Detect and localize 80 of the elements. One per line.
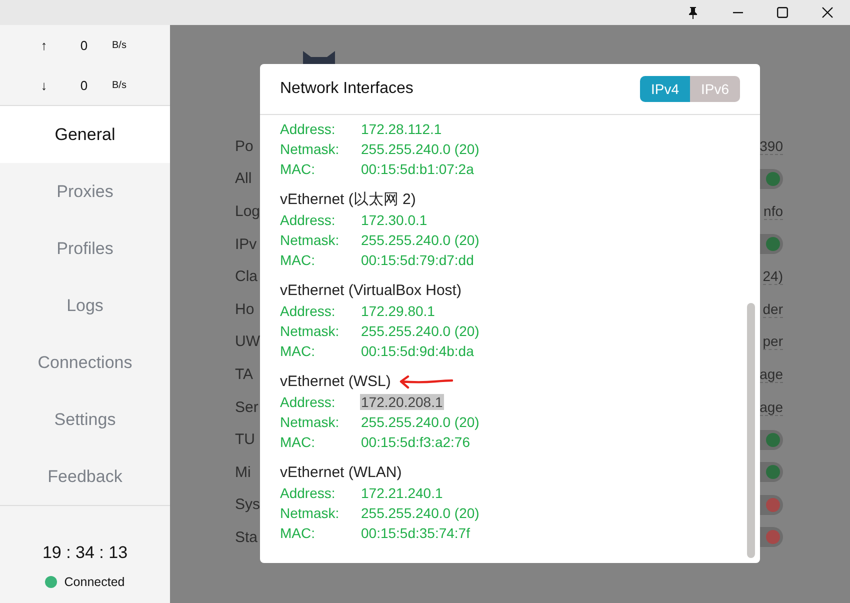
field-label: MAC: bbox=[280, 252, 316, 268]
setting-label: Sys bbox=[235, 496, 260, 514]
field-value: 172.20.208.1 bbox=[360, 394, 444, 410]
field-value: 255.255.240.0 (20) bbox=[360, 323, 480, 339]
scrollbar-thumb[interactable] bbox=[747, 303, 755, 558]
field-label: MAC: bbox=[280, 525, 316, 541]
traffic-unit: B/s bbox=[112, 40, 126, 50]
nav-item[interactable]: Connections bbox=[0, 334, 170, 391]
field-value: 255.255.240.0 (20) bbox=[360, 141, 480, 157]
field-label: Netmask: bbox=[280, 414, 340, 430]
field-value: 255.255.240.0 (20) bbox=[360, 505, 480, 521]
field-value: 172.21.240.1 bbox=[360, 485, 444, 501]
nav-item[interactable]: Proxies bbox=[0, 163, 170, 220]
toggle-switch[interactable] bbox=[759, 462, 783, 482]
clock-time: 19 : 34 : 13 bbox=[42, 543, 128, 563]
setting-label: All bbox=[235, 170, 252, 188]
setting-label: Log bbox=[235, 202, 260, 220]
field-value: 172.29.80.1 bbox=[360, 303, 436, 319]
toggle-switch[interactable] bbox=[759, 494, 783, 515]
field-label: Address: bbox=[280, 121, 336, 137]
field-value: 255.255.240.0 (20) bbox=[360, 232, 480, 248]
traffic-value: 0 bbox=[79, 78, 89, 92]
traffic-value: 0 bbox=[79, 38, 89, 52]
field-value: 00:15:5d:b1:07:2a bbox=[360, 161, 475, 177]
segment-tab[interactable]: IPv6 bbox=[690, 76, 740, 102]
nav-item[interactable]: General bbox=[0, 106, 170, 163]
field-value: 255.255.240.0 (20) bbox=[360, 414, 480, 430]
setting-label: IPv bbox=[235, 236, 257, 253]
dialog-title: Network Interfaces bbox=[280, 80, 414, 98]
traffic-unit: B/s bbox=[112, 80, 126, 90]
field-label: Netmask: bbox=[280, 232, 340, 248]
setting-label: UW bbox=[235, 333, 260, 350]
toggle-switch[interactable] bbox=[759, 430, 783, 450]
toggle-switch[interactable] bbox=[759, 527, 783, 548]
arrow-glyph: ↓ bbox=[40, 78, 48, 92]
setting-label: Cla bbox=[235, 268, 258, 286]
pin-icon bbox=[688, 6, 698, 18]
setting-value[interactable]: per bbox=[762, 333, 783, 350]
field-label: Address: bbox=[280, 303, 336, 319]
field-label: Address: bbox=[280, 394, 336, 410]
field-value: 172.28.112.1 bbox=[360, 121, 443, 137]
interface-name: vEthernet (WSL) bbox=[280, 373, 391, 390]
field-label: Netmask: bbox=[280, 323, 340, 339]
setting-label: Po bbox=[235, 138, 254, 155]
toggle-switch[interactable] bbox=[759, 168, 783, 189]
setting-label: Ho bbox=[235, 300, 254, 318]
interface-name: vEthernet (以太网 2) bbox=[280, 190, 416, 209]
setting-label: Sta bbox=[235, 528, 258, 546]
field-label: Address: bbox=[280, 212, 336, 228]
status-label: Connected bbox=[64, 575, 125, 589]
field-value: 00:15:5d:9d:4b:da bbox=[360, 343, 475, 359]
field-value: 00:15:5d:79:d7:dd bbox=[360, 252, 475, 268]
field-value: 172.30.0.1 bbox=[360, 212, 428, 228]
setting-label: TA bbox=[235, 366, 254, 383]
toggle-switch[interactable] bbox=[759, 234, 783, 254]
field-label: MAC: bbox=[280, 161, 316, 177]
arrow-glyph: ↑ bbox=[40, 38, 48, 52]
field-label: MAC: bbox=[280, 434, 316, 450]
maximize-icon bbox=[777, 7, 788, 18]
setting-label: Ser bbox=[235, 398, 258, 416]
interface-name: vEthernet (WLAN) bbox=[280, 464, 402, 481]
setting-value[interactable]: der bbox=[762, 300, 783, 318]
nav-item[interactable]: Logs bbox=[0, 277, 170, 334]
field-label: MAC: bbox=[280, 343, 316, 359]
nav-item[interactable]: Settings bbox=[0, 391, 170, 448]
setting-label: Mi bbox=[235, 464, 251, 481]
field-label: Netmask: bbox=[280, 141, 340, 157]
setting-label: TU bbox=[235, 431, 255, 448]
field-value: 00:15:5d:f3:a2:76 bbox=[360, 434, 471, 450]
nav-item[interactable]: Profiles bbox=[0, 220, 170, 277]
segment-tab[interactable]: IPv4 bbox=[640, 76, 690, 102]
setting-value[interactable]: 24) bbox=[762, 268, 783, 286]
close-icon bbox=[822, 7, 833, 18]
field-label: Netmask: bbox=[280, 505, 340, 521]
field-label: Address: bbox=[280, 485, 336, 501]
minimize-icon bbox=[732, 12, 742, 14]
setting-value[interactable]: nfo bbox=[764, 202, 783, 220]
field-value: 00:15:5d:35:74:7f bbox=[360, 525, 471, 541]
nav-item[interactable]: Feedback bbox=[0, 448, 170, 505]
interface-name: vEthernet (VirtualBox Host) bbox=[280, 282, 462, 299]
